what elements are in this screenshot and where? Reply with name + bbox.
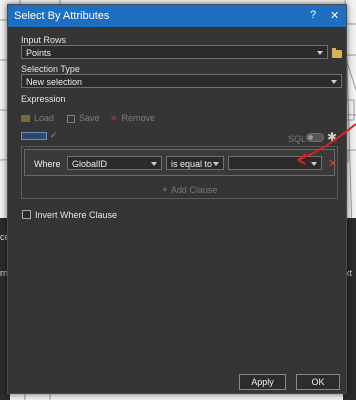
invert-where-checkbox[interactable] [22, 210, 31, 219]
field-dropdown[interactable]: GlobalID [67, 156, 162, 170]
sql-label: SQL [288, 134, 307, 144]
chevron-down-icon [331, 80, 337, 84]
save-label: Save [79, 113, 100, 123]
gear-icon[interactable]: ✱ [327, 130, 337, 144]
delete-clause-icon[interactable]: ✕ [328, 157, 337, 170]
input-rows-dropdown[interactable]: Points [21, 45, 328, 59]
chevron-down-icon [311, 162, 317, 166]
chevron-down-icon [151, 162, 157, 166]
clause-row: Where GlobalID is equal to ✕ [24, 149, 337, 176]
operator-dropdown[interactable]: is equal to [166, 156, 224, 170]
close-button[interactable]: ✕ [330, 9, 339, 22]
remove-button[interactable]: ✕ Remove [110, 113, 155, 124]
add-clause-label: Add Clause [170, 185, 218, 195]
where-label: Where [34, 159, 61, 169]
apply-button[interactable]: Apply [239, 374, 286, 390]
clause-container: Where GlobalID is equal to ✕ + Add Clause [21, 146, 338, 199]
field-value: GlobalID [72, 159, 108, 169]
selection-type-dropdown[interactable]: New selection [21, 74, 342, 88]
expression-label: Expression [21, 94, 66, 104]
operator-value: is equal to [171, 159, 213, 169]
verify-check-icon[interactable]: ✓ [50, 130, 58, 141]
clause-mode-icon[interactable] [21, 132, 47, 140]
remove-label: Remove [121, 113, 156, 123]
selection-type-value: New selection [26, 77, 83, 87]
dialog-title: Select By Attributes [14, 10, 110, 22]
save-icon [67, 114, 75, 123]
folder-open-icon[interactable] [332, 48, 342, 58]
value-dropdown[interactable] [228, 156, 322, 170]
invert-where-label: Invert Where Clause [35, 210, 118, 220]
remove-x-icon: ✕ [110, 113, 118, 123]
load-button[interactable]: Load [21, 113, 54, 123]
load-icon [21, 115, 30, 123]
input-rows-value: Points [26, 48, 52, 58]
chevron-down-icon [213, 162, 219, 166]
help-button[interactable]: ? [310, 9, 316, 21]
input-rows-label: Input Rows [21, 35, 67, 45]
select-by-attributes-dialog: Select By Attributes ? ✕ Input Rows Poin… [7, 4, 347, 394]
save-button[interactable]: Save [67, 113, 100, 123]
load-label: Load [34, 113, 55, 123]
ok-button[interactable]: OK [296, 374, 340, 390]
chevron-down-icon [317, 51, 323, 55]
sql-toggle[interactable] [306, 133, 324, 142]
add-icon: + [162, 185, 168, 196]
add-clause-button[interactable]: + Add Clause [162, 185, 217, 196]
selection-type-label: Selection Type [21, 64, 80, 74]
title-bar[interactable]: Select By Attributes ? ✕ [8, 5, 346, 27]
